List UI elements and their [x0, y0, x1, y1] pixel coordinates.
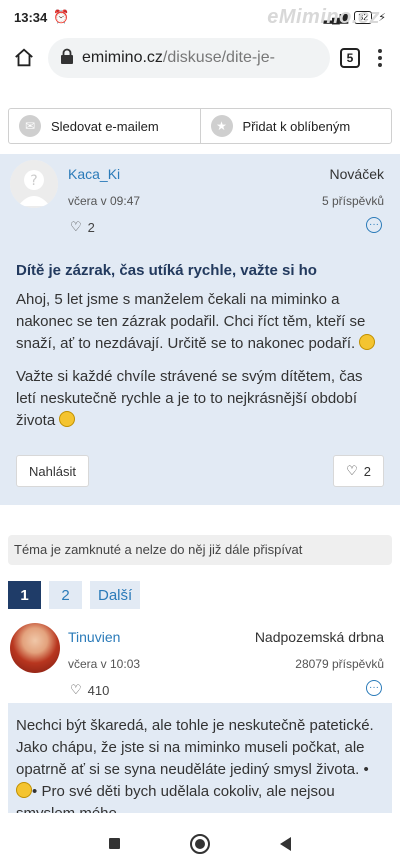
- tab-count-button[interactable]: 5: [340, 48, 360, 68]
- browser-menu-icon[interactable]: [370, 49, 390, 67]
- post-author[interactable]: Tinuvien: [68, 629, 120, 645]
- next-page-button[interactable]: Další: [90, 581, 141, 609]
- home-nav-icon[interactable]: [190, 833, 210, 854]
- pagination: 1 2 Další: [8, 581, 400, 609]
- home-icon[interactable]: [10, 44, 38, 72]
- add-favorite-button[interactable]: ★ Přidat k oblíbeným: [199, 109, 392, 143]
- heart-icon: ♡: [346, 463, 358, 478]
- author-post-count: 5 příspěvků: [321, 194, 384, 208]
- follow-email-label: Sledovat e-mailem: [51, 118, 159, 134]
- avatar[interactable]: [10, 623, 60, 673]
- smile-emoji-icon: [359, 334, 376, 350]
- report-button[interactable]: Nahlásit: [16, 455, 89, 487]
- heart-icon: ♡: [70, 219, 82, 234]
- author-rank: Nadpozemská drbna: [254, 629, 384, 645]
- back-icon[interactable]: [280, 836, 291, 851]
- watermark: eMimino.cz: [267, 6, 380, 28]
- lock-icon: [60, 48, 74, 69]
- post-author[interactable]: Kaca_Ki: [68, 166, 120, 182]
- follow-email-button[interactable]: ✉ Sledovat e-mailem: [9, 109, 200, 143]
- recents-icon[interactable]: [109, 838, 120, 849]
- post-paragraph: Ahoj, 5 let jsme s manželem čekali na mi…: [16, 289, 384, 355]
- page-2-button[interactable]: 2: [49, 581, 82, 609]
- avatar[interactable]: ?: [10, 160, 58, 208]
- svg-text:?: ?: [30, 173, 37, 189]
- post-footer: Nahlásit ♡ 2: [16, 455, 384, 487]
- post-title: Dítě je zázrak, čas utíká rychle, važte …: [16, 262, 317, 279]
- post-likes[interactable]: ♡ 410: [70, 682, 109, 698]
- url-host: emimino.cz: [82, 49, 163, 66]
- status-time: 13:34: [14, 9, 48, 25]
- post-paragraph: Važte si každé chvíle strávené se svým d…: [16, 368, 363, 429]
- star-icon: ★: [210, 115, 233, 137]
- smile-emoji-icon: [59, 411, 76, 427]
- heart-icon: ♡: [70, 682, 82, 697]
- post-date: včera v 10:03: [68, 657, 141, 671]
- author-post-count: 28079 příspěvků: [295, 657, 384, 671]
- locked-notice: Téma je zamknuté a nelze do něj již dále…: [8, 535, 392, 565]
- post-body: Dítě je zázrak, čas utíká rychle, važte …: [0, 244, 400, 505]
- url-field[interactable]: emimino.cz/diskuse/dite-je-: [48, 38, 330, 78]
- mail-icon: ✉: [19, 115, 41, 137]
- page-1-button[interactable]: 1: [8, 581, 41, 609]
- alarm-icon: ⏰: [53, 9, 70, 24]
- post-header: ? Kaca_Ki včera v 09:47 ♡ 2 Nováček 5 př…: [0, 154, 400, 244]
- browser-toolbar: emimino.cz/diskuse/dite-je- 5: [0, 34, 400, 82]
- post-body: Nechci být škaredá, ale tohle je neskute…: [8, 703, 392, 813]
- like-count: 2: [363, 463, 371, 479]
- post-likes[interactable]: ♡ 2: [70, 219, 95, 235]
- status-bar: 13:34 ⏰ eMimino.cz ▂▄▆ 32 ⚡: [0, 0, 400, 34]
- add-favorite-label: Přidat k oblíbeným: [242, 118, 351, 134]
- post-header: Tinuvien včera v 10:03 ♡ 410 Nadpozemská…: [0, 617, 400, 698]
- post-paragraph: Nechci být škaredá, ale tohle je neskute…: [16, 717, 374, 813]
- author-rank: Nováček: [329, 166, 384, 182]
- system-nav-bar: [0, 820, 400, 867]
- topic-actions: ✉ Sledovat e-mailem ★ Přidat k oblíbeným: [8, 108, 392, 144]
- post-likes-count: 410: [87, 682, 110, 698]
- url-path: /diskuse/dite-je-: [162, 49, 275, 66]
- more-icon[interactable]: ···: [366, 680, 382, 696]
- post-date: včera v 09:47: [68, 194, 141, 208]
- more-icon[interactable]: ···: [366, 217, 382, 233]
- like-button[interactable]: ♡ 2: [333, 455, 384, 487]
- post-likes-count: 2: [87, 219, 95, 235]
